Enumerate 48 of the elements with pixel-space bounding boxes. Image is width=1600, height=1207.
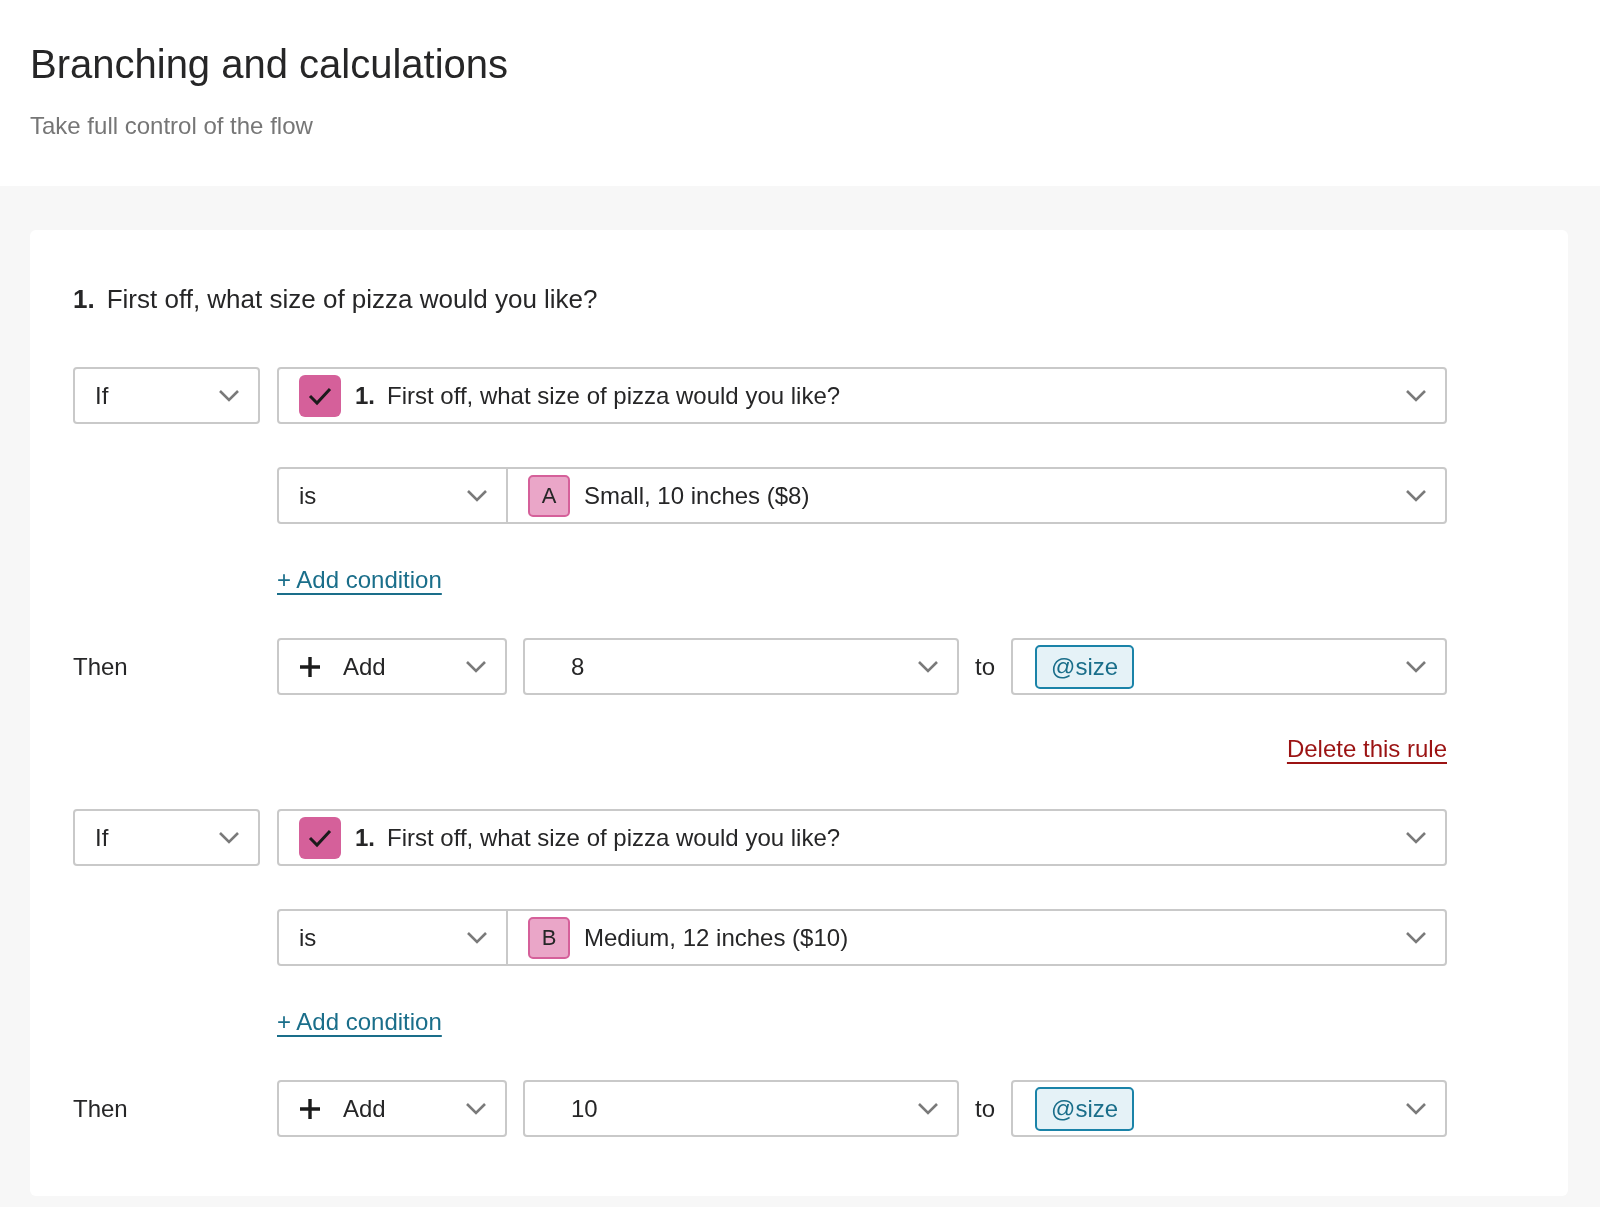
- value-dropdown[interactable]: 10: [523, 1080, 959, 1137]
- chevron-down-icon: [917, 1101, 939, 1116]
- question-dropdown[interactable]: 1. First off, what size of pizza would you like?: [277, 809, 1447, 866]
- add-condition-link[interactable]: + Add condition: [277, 1004, 442, 1040]
- variable-tag: @size: [1035, 644, 1135, 689]
- choice-letter: B: [528, 916, 570, 959]
- plus-icon: [299, 655, 321, 678]
- chevron-down-icon: [218, 388, 240, 403]
- variable-dropdown[interactable]: @size: [1011, 638, 1447, 695]
- answer-dropdown[interactable]: B Medium, 12 inches ($10): [507, 909, 1447, 966]
- delete-rule-link[interactable]: Delete this rule: [1286, 735, 1447, 762]
- checkmark-icon: [308, 385, 332, 406]
- then-label: Then: [73, 1093, 129, 1124]
- to-label: to: [975, 1093, 995, 1124]
- chevron-down-icon: [1405, 1101, 1427, 1116]
- checkbox[interactable]: [299, 816, 341, 859]
- chevron-down-icon: [1405, 659, 1427, 674]
- plus-icon: [299, 1097, 321, 1120]
- answer-dropdown[interactable]: A Small, 10 inches ($8): [507, 467, 1447, 524]
- chevron-down-icon: [1405, 830, 1427, 845]
- add-condition-link[interactable]: + Add condition: [277, 562, 442, 598]
- operator-dropdown[interactable]: is: [277, 909, 507, 966]
- chevron-down-icon: [466, 930, 488, 945]
- action-dropdown[interactable]: Add: [277, 638, 507, 695]
- operator-dropdown[interactable]: is: [277, 467, 507, 524]
- then-label: Then: [73, 651, 129, 682]
- checkbox[interactable]: [299, 374, 341, 417]
- chevron-down-icon: [218, 830, 240, 845]
- chevron-down-icon: [917, 659, 939, 674]
- logic-dropdown[interactable]: If: [73, 367, 260, 424]
- variable-tag: @size: [1035, 1086, 1135, 1131]
- chevron-down-icon: [1405, 488, 1427, 503]
- logic-dropdown[interactable]: If: [73, 809, 260, 866]
- question-title: 1. First off, what size of pizza would you like?: [73, 283, 599, 316]
- value-dropdown[interactable]: 8: [523, 638, 959, 695]
- chevron-down-icon: [466, 488, 488, 503]
- to-label: to: [975, 651, 995, 682]
- page-title: Branching and calculations: [30, 41, 510, 88]
- chevron-down-icon: [465, 1101, 487, 1116]
- chevron-down-icon: [1405, 930, 1427, 945]
- chevron-down-icon: [465, 659, 487, 674]
- choice-letter: A: [528, 474, 570, 517]
- question-dropdown[interactable]: 1. First off, what size of pizza would you like?: [277, 367, 1447, 424]
- variable-dropdown[interactable]: @size: [1011, 1080, 1447, 1137]
- checkmark-icon: [308, 827, 332, 848]
- page-subtitle: Take full control of the flow: [30, 111, 314, 141]
- action-dropdown[interactable]: Add: [277, 1080, 507, 1137]
- chevron-down-icon: [1405, 388, 1427, 403]
